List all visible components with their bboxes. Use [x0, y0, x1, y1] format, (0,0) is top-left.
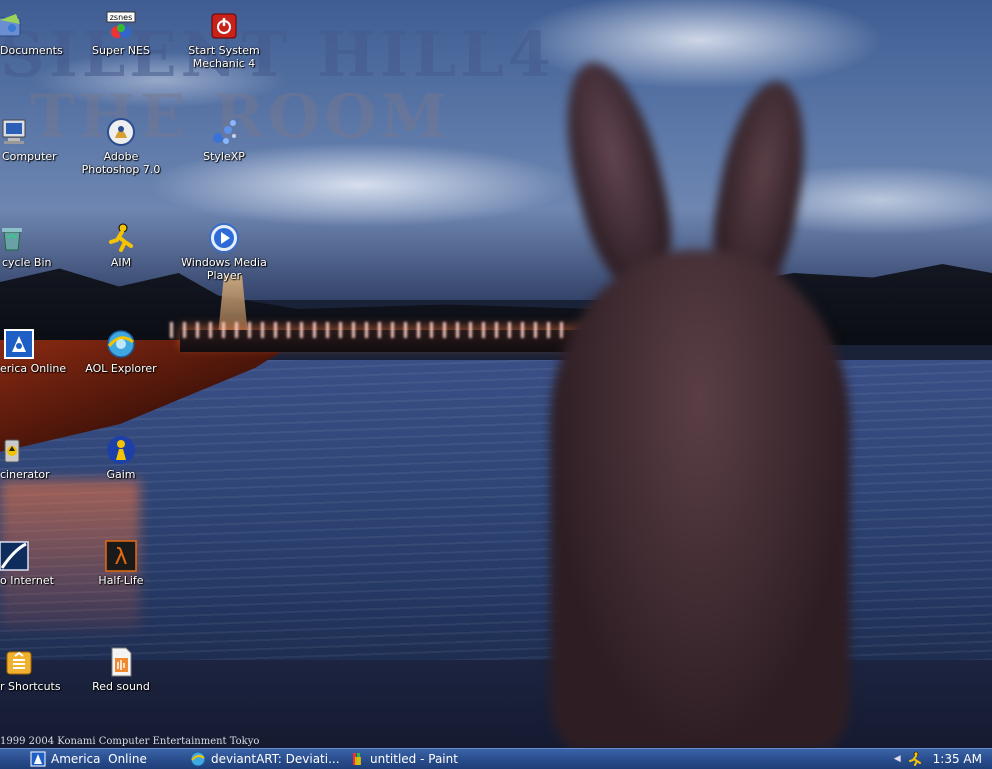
recycle-bin-icon [0, 222, 28, 254]
taskbar-button-label: deviantART: Deviati... [211, 752, 340, 766]
desktop-icon-system-mechanic[interactable]: Start System Mechanic 4 [176, 4, 272, 94]
wallpaper-city-lights [170, 322, 570, 338]
taskbar-button-label: untitled - Paint [370, 752, 458, 766]
desktop-icon-computer[interactable]: Computer [0, 110, 62, 200]
desktop-icon-stylexp[interactable]: StyleXP [176, 110, 272, 200]
taskbar-button-america-online[interactable]: America Online [30, 750, 147, 768]
desktop-icon-shortcuts[interactable]: r Shortcuts [0, 640, 67, 730]
taskbar-button-label: America Online [51, 752, 147, 766]
desktop-icon-photoshop[interactable]: Adobe Photoshop 7.0 [73, 110, 169, 200]
aol-icon [3, 328, 35, 360]
zsnes-icon: zsnes [105, 10, 137, 42]
icon-label: Gaim [106, 468, 136, 481]
svg-text:λ: λ [114, 545, 127, 570]
icon-label: Super NES [92, 44, 150, 57]
half-life-icon: λ [105, 540, 137, 572]
taskbar-clock[interactable]: 1:35 AM [933, 752, 982, 766]
taskbar-button-paint[interactable]: untitled - Paint [349, 750, 458, 768]
desktop-icon-internet[interactable]: o Internet [0, 534, 62, 624]
computer-icon [0, 116, 30, 148]
stylexp-icon [208, 116, 240, 148]
paint-icon [349, 751, 365, 767]
desktop-icon-incinerator[interactable]: cinerator [0, 428, 60, 518]
aol-icon [30, 751, 46, 767]
gaim-icon [105, 434, 137, 466]
desktop-icon-gaim[interactable]: Gaim [73, 428, 169, 518]
wallpaper-copyright: 1999 2004 Konami Computer Entertainment … [0, 736, 260, 747]
system-tray: ◀ 1:35 AM [888, 749, 992, 769]
desktop-icon-aim[interactable]: AIM [73, 216, 169, 306]
sound-file-icon [105, 646, 137, 678]
icon-label: Half-Life [98, 574, 144, 587]
icon-label: AOL Explorer [85, 362, 157, 375]
icon-label: Windows Media Player [181, 256, 267, 282]
icon-label: StyleXP [203, 150, 245, 163]
incinerator-icon [0, 434, 28, 466]
aim-icon [105, 222, 137, 254]
desktop-icon-recycle-bin[interactable]: cycle Bin [0, 216, 60, 306]
desktop-icon-super-nes[interactable]: zsnes Super NES [73, 4, 169, 94]
media-player-icon [208, 222, 240, 254]
aol-explorer-icon [105, 328, 137, 360]
desktop-icon-windows-media-player[interactable]: Windows Media Player [176, 216, 272, 306]
shortcuts-icon [3, 646, 35, 678]
desktop-icon-documents[interactable]: Documents [0, 4, 63, 94]
power-icon [208, 10, 240, 42]
icon-label: Adobe Photoshop 7.0 [81, 150, 161, 176]
taskbar-button-deviantart[interactable]: deviantART: Deviati... [190, 750, 340, 768]
chevron-left-icon[interactable]: ◀ [894, 754, 901, 764]
icon-label: Start System Mechanic 4 [188, 44, 260, 70]
desktop-icon-america-online[interactable]: erica Online [0, 322, 67, 412]
wallpaper-rabbit [550, 250, 850, 748]
desktop-icon-red-sound[interactable]: Red sound [73, 640, 169, 730]
photoshop-icon [105, 116, 137, 148]
internet-icon [0, 540, 30, 572]
icon-label: Red sound [92, 680, 150, 693]
taskbar: America Online deviantART: Deviati... un… [0, 748, 992, 769]
icon-label: AIM [110, 256, 132, 269]
aim-icon[interactable] [907, 751, 923, 767]
desktop-icon-aol-explorer[interactable]: AOL Explorer [73, 322, 169, 412]
desktop-icon-half-life[interactable]: λ Half-Life [73, 534, 169, 624]
svg-text:zsnes: zsnes [110, 13, 133, 22]
documents-icon [0, 10, 24, 42]
aol-explorer-icon [190, 751, 206, 767]
